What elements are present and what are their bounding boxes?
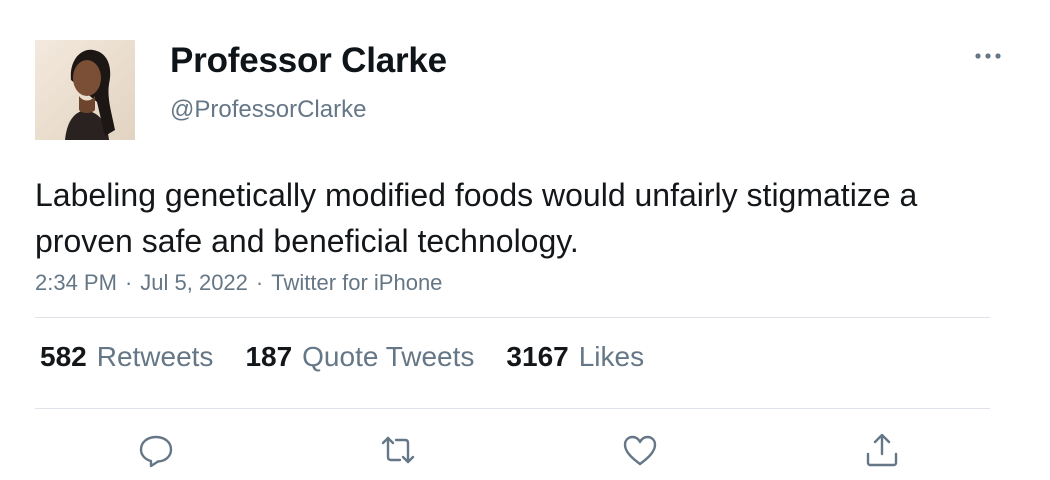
author-handle[interactable]: @ProfessorClarke (170, 96, 366, 124)
meta-separator: · (124, 270, 133, 295)
share-icon (866, 433, 898, 467)
tweet-metadata: 2:34 PM · Jul 5, 2022 · Twitter for iPhone (35, 270, 442, 296)
author-display-name[interactable]: Professor Clarke (170, 41, 447, 81)
retweets-count: 582 (40, 341, 87, 372)
retweets-label: Retweets (96, 341, 214, 372)
quote-tweets-label: Quote Tweets (302, 341, 475, 372)
likes-stat[interactable]: 3167 Likes (506, 341, 644, 373)
quote-tweets-stat[interactable]: 187 Quote Tweets (245, 341, 474, 373)
divider (35, 408, 990, 409)
tweet-date[interactable]: Jul 5, 2022 (140, 270, 248, 295)
more-horizontal-icon (975, 53, 1001, 59)
engagement-stats: 582 Retweets 187 Quote Tweets 3167 Likes (40, 341, 676, 373)
reply-bubble-icon (139, 435, 173, 468)
tweet-time[interactable]: 2:34 PM (35, 270, 117, 295)
avatar-photo (35, 40, 135, 140)
reply-button[interactable] (134, 428, 178, 472)
tweet-source[interactable]: Twitter for iPhone (271, 270, 442, 295)
quote-tweets-count: 187 (245, 341, 293, 372)
retweets-stat[interactable]: 582 Retweets (40, 341, 213, 373)
heart-icon (623, 435, 657, 466)
retweet-button[interactable] (376, 428, 420, 472)
tweet-text: Labeling genetically modified foods woul… (35, 177, 918, 259)
share-button[interactable] (860, 428, 904, 472)
like-button[interactable] (618, 428, 662, 472)
likes-label: Likes (578, 341, 645, 372)
tweet-card: Professor Clarke @ProfessorClarke Labeli… (0, 0, 1050, 480)
avatar[interactable] (35, 40, 135, 140)
more-options-button[interactable] (968, 42, 1008, 70)
meta-separator: · (255, 270, 264, 295)
likes-count: 3167 (506, 341, 569, 372)
retweet-icon (381, 436, 415, 464)
divider (35, 317, 990, 318)
